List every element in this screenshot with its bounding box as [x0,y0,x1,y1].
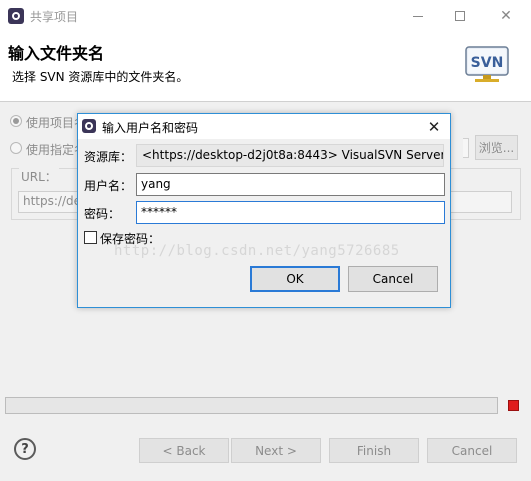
password-label: 密码： [84,207,121,221]
window-title: 共享项目 [30,10,79,24]
dialog-close-button[interactable]: ✕ [424,117,444,137]
window-titlebar: 共享项目 ✕ [0,0,531,32]
watermark: http://blog.csdn.net/yang5726685 [114,243,400,259]
stop-button[interactable] [508,400,519,411]
page-description: 选择 SVN 资源库中的文件夹名。 [12,70,189,84]
svn-logo-text: SVN [471,55,504,71]
dialog-titlebar: 输入用户名和密码 ✕ [78,114,450,139]
close-button[interactable]: ✕ [483,0,529,32]
wizard-header: 输入文件夹名 选择 SVN 资源库中的文件夹名。 SVN [0,32,531,102]
save-password-checkbox[interactable] [84,231,97,244]
svn-logo-icon: SVN [465,46,509,82]
repo-value: <https://desktop-d2j0t8a:8443> VisualSVN… [136,144,444,167]
repo-label: 资源库： [84,150,133,164]
dialog-title: 输入用户名和密码 [102,121,199,135]
cancel-button[interactable]: Cancel [427,438,517,463]
eclipse-icon [82,119,96,133]
close-icon: ✕ [500,8,512,24]
progress-bar [5,397,498,414]
page-title: 输入文件夹名 [8,44,105,63]
minimize-button[interactable] [395,0,441,32]
help-button[interactable]: ? [14,438,36,460]
auth-dialog: 输入用户名和密码 ✕ 资源库： <https://desktop-d2j0t8a… [77,113,451,308]
minimize-icon [413,15,423,17]
eclipse-icon [8,8,24,24]
dialog-cancel-button[interactable]: Cancel [348,266,438,292]
back-button[interactable]: < Back [139,438,229,463]
next-button[interactable]: Next > [231,438,321,463]
close-icon: ✕ [427,118,441,136]
password-input[interactable]: ****** [136,201,445,224]
username-input[interactable]: yang [136,173,445,196]
maximize-icon [455,11,465,21]
ok-button[interactable]: OK [250,266,340,292]
maximize-button[interactable] [437,0,483,32]
folder-name-field[interactable] [463,138,469,158]
finish-button[interactable]: Finish [329,438,419,463]
url-label: URL： [19,168,59,185]
use-specified-radio[interactable] [10,142,22,154]
browse-button[interactable]: 浏览... [475,135,518,160]
username-label: 用户名： [84,179,133,193]
use-project-name-radio[interactable] [10,115,22,127]
